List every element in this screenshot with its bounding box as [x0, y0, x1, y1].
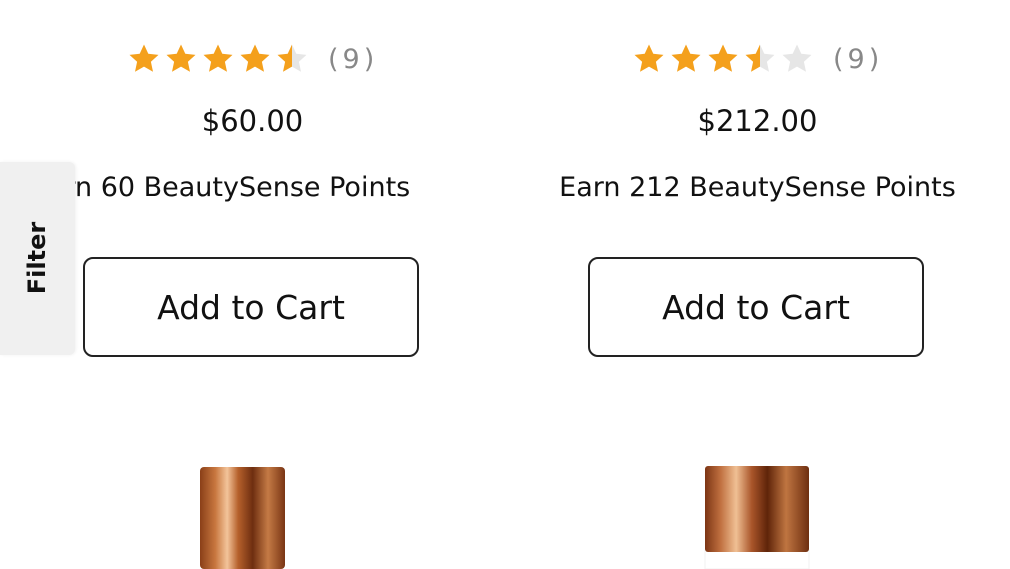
- rating: (9): [633, 40, 883, 78]
- review-count[interactable]: (9): [328, 44, 378, 75]
- star-rating: [128, 43, 308, 75]
- star-icon: [166, 44, 196, 72]
- product-bottle-icon[interactable]: [195, 462, 290, 569]
- review-count[interactable]: (9): [833, 44, 883, 75]
- filter-tab[interactable]: Filter: [0, 162, 75, 355]
- star-icon: [671, 44, 701, 72]
- add-to-cart-button[interactable]: Add to Cart: [588, 257, 924, 357]
- product-bottle-icon[interactable]: [703, 462, 811, 569]
- product-price: $212.00: [697, 104, 818, 138]
- star-icon: [634, 44, 664, 72]
- star-icon: [782, 44, 812, 72]
- star-icon: [277, 44, 307, 72]
- add-to-cart-button[interactable]: Add to Cart: [83, 257, 419, 357]
- star-icon: [240, 44, 270, 72]
- product-card: (9) $60.00 Earn 60 BeautySense Points Ad…: [0, 0, 505, 569]
- filter-label: Filter: [23, 221, 51, 295]
- product-card: (9) $212.00 Earn 212 BeautySense Points …: [505, 0, 1010, 569]
- star-rating: [633, 43, 813, 75]
- star-icon: [745, 44, 775, 72]
- star-icon: [708, 44, 738, 72]
- reward-points-text: Earn 212 BeautySense Points: [559, 172, 956, 203]
- star-icon: [203, 44, 233, 72]
- rating: (9): [128, 40, 378, 78]
- product-price: $60.00: [201, 104, 304, 138]
- star-icon: [129, 44, 159, 72]
